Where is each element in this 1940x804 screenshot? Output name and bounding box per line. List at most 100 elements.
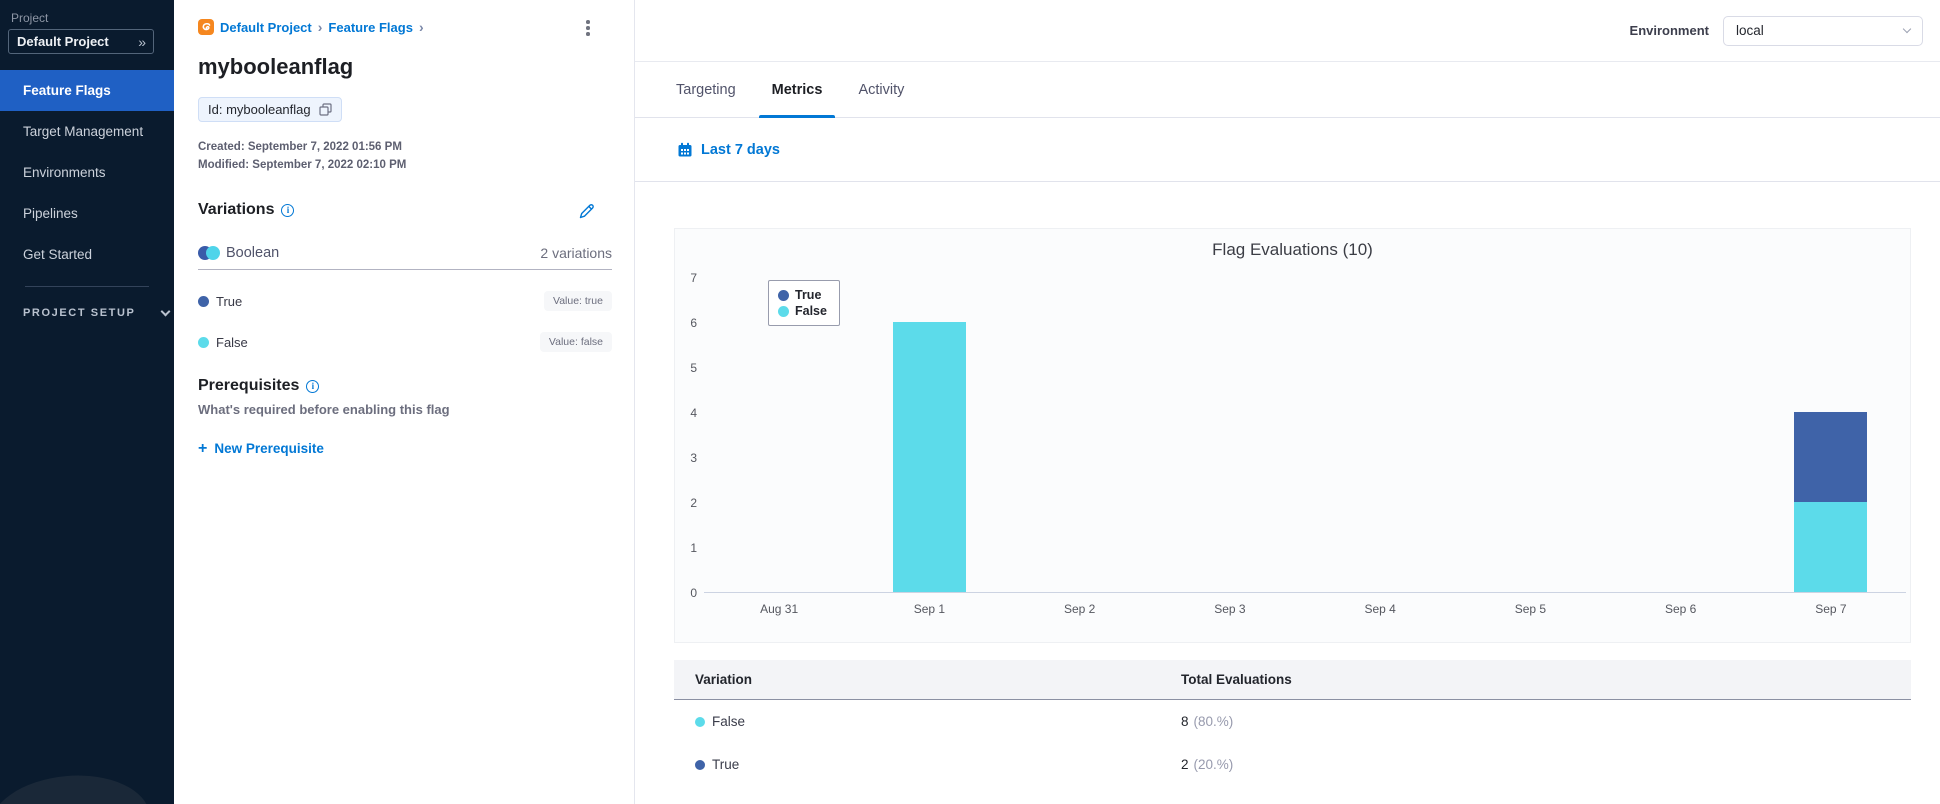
edit-icon[interactable] — [578, 202, 596, 220]
new-prerequisite-button[interactable]: + New Prerequisite — [198, 439, 324, 457]
legend-dot — [778, 289, 789, 301]
variation-value-chip: Value: true — [543, 291, 612, 311]
environment-header: Environment local — [635, 0, 1940, 62]
breadcrumb-link-feature-flags[interactable]: Feature Flags — [328, 20, 413, 35]
table-row-false: False 8 (80.%) — [674, 700, 1911, 743]
sidebar-item-feature-flags[interactable]: Feature Flags — [0, 70, 174, 111]
cell-variation: False — [695, 714, 1181, 729]
project-setup-toggle[interactable]: PROJECT SETUP — [23, 306, 170, 319]
variation-row-false: False Value: false — [198, 330, 612, 354]
variation-name: True — [216, 293, 243, 309]
environment-label: Environment — [1629, 23, 1709, 38]
legend-dot — [778, 305, 789, 317]
sidebar-nav: Feature Flags Target Management Environmen… — [0, 70, 174, 275]
column-header-variation: Variation — [695, 672, 753, 687]
brand-logo — [0, 769, 150, 804]
modified-date: Modified: September 7, 2022 02:10 PM — [198, 159, 407, 171]
tab-targeting[interactable]: Targeting — [663, 62, 749, 118]
sidebar-item-pipelines[interactable]: Pipelines — [0, 193, 174, 234]
table-body: False 8 (80.%) True 2 (20.%) — [674, 700, 1911, 786]
bar-sep-1-false — [892, 322, 966, 592]
breadcrumb-separator: › — [317, 19, 323, 35]
y-axis-tick-3: 3 — [690, 451, 697, 465]
prerequisites-heading: Prerequisites — [198, 377, 320, 395]
cell-count: 2 — [1181, 757, 1189, 772]
y-axis-tick-1: 1 — [690, 541, 697, 555]
chevron-down-icon — [1902, 24, 1912, 34]
sidebar-divider — [25, 286, 149, 287]
project-icon — [198, 19, 214, 35]
project-selector[interactable]: Default Project » — [8, 29, 154, 54]
variation-row-true: True Value: true — [198, 289, 612, 313]
sidebar-item-get-started[interactable]: Get Started — [0, 234, 174, 275]
plus-icon: + — [198, 439, 208, 457]
copy-icon[interactable] — [319, 103, 332, 116]
date-range-button[interactable]: Last 7 days — [677, 142, 780, 158]
cell-percent: (80.%) — [1193, 714, 1234, 729]
legend-name: True — [795, 288, 822, 302]
x-axis-label-sep-3: Sep 3 — [1214, 602, 1246, 616]
table-header: Variation Total Evaluations — [674, 660, 1911, 700]
tab-activity[interactable]: Activity — [845, 62, 917, 118]
chevron-down-icon — [160, 306, 170, 316]
cell-count: 8 — [1181, 714, 1189, 729]
flag-id-chip: Id: mybooleanflag — [198, 97, 342, 122]
bar-sep-7-false — [1794, 502, 1868, 592]
variations-heading: Variations — [198, 201, 295, 219]
variation-value-chip: Value: false — [539, 332, 612, 352]
environment-select[interactable]: local — [1723, 15, 1923, 46]
date-filter-row: Last 7 days — [635, 118, 1940, 182]
flag-id-text: Id: mybooleanflag — [208, 102, 311, 117]
variation-count: 2 variations — [540, 245, 612, 261]
created-date: Created: September 7, 2022 01:56 PM — [198, 141, 402, 153]
project-label: Project — [11, 11, 49, 25]
variation-color-dot — [695, 716, 705, 727]
variation-list: True Value: true False Value: false — [198, 289, 612, 371]
prerequisites-description: What's required before enabling this fla… — [198, 402, 450, 417]
double-chevron-icon: » — [138, 33, 146, 50]
sidebar: Project Default Project » Feature Flags T… — [0, 0, 174, 804]
flag-evaluations-chart: Flag Evaluations (10) True False 0 1 2 3 4 5 6 7… — [674, 228, 1911, 643]
variations-divider — [198, 269, 612, 270]
variation-color-dot — [198, 295, 209, 307]
legend-item-false: False — [778, 303, 827, 319]
environment-selected-value: local — [1736, 23, 1764, 38]
y-axis-tick-6: 6 — [690, 316, 697, 330]
info-icon[interactable] — [306, 379, 320, 393]
column-header-total-evaluations: Total Evaluations — [1181, 672, 1292, 687]
x-axis-label-aug-31: Aug 31 — [760, 602, 799, 616]
info-icon[interactable] — [281, 203, 295, 217]
kebab-menu-button[interactable] — [580, 18, 596, 40]
breadcrumb-separator: › — [418, 19, 424, 35]
variation-name: False — [216, 334, 248, 350]
evaluations-table: Variation Total Evaluations False 8 (80.%)… — [674, 660, 1911, 786]
variation-name: False — [712, 714, 746, 729]
breadcrumb: Default Project › Feature Flags › — [198, 19, 424, 35]
flag-title: mybooleanflag — [198, 54, 354, 79]
y-axis-tick-7: 7 — [690, 271, 697, 285]
legend-item-true: True — [778, 287, 827, 303]
table-row-true: True 2 (20.%) — [674, 743, 1911, 786]
variation-name: True — [712, 757, 740, 772]
cell-variation: True — [695, 757, 1181, 772]
main-content: Environment local Targeting Metrics Activi… — [635, 0, 1940, 804]
variation-type-label: Boolean — [226, 245, 280, 261]
calendar-icon — [678, 142, 692, 156]
chart-legend: True False — [768, 280, 840, 326]
sidebar-item-environments[interactable]: Environments — [0, 152, 174, 193]
cell-percent: (20.%) — [1193, 757, 1234, 772]
x-axis-label-sep-1: Sep 1 — [913, 602, 946, 616]
variation-color-dot — [198, 336, 209, 348]
y-axis-tick-2: 2 — [690, 496, 697, 510]
breadcrumb-link-project[interactable]: Default Project — [220, 20, 312, 35]
variation-color-dot — [695, 759, 705, 770]
legend-name: False — [795, 304, 827, 318]
sidebar-item-target-management[interactable]: Target Management — [0, 111, 174, 152]
chart-title: Flag Evaluations (10) — [1212, 240, 1373, 259]
project-selector-value: Default Project — [17, 34, 109, 49]
boolean-type-icon — [198, 246, 220, 260]
tab-metrics[interactable]: Metrics — [758, 62, 836, 118]
x-axis-label-sep-2: Sep 2 — [1063, 602, 1096, 616]
bar-sep-7-true — [1794, 412, 1868, 502]
y-axis-tick-0: 0 — [690, 586, 697, 600]
